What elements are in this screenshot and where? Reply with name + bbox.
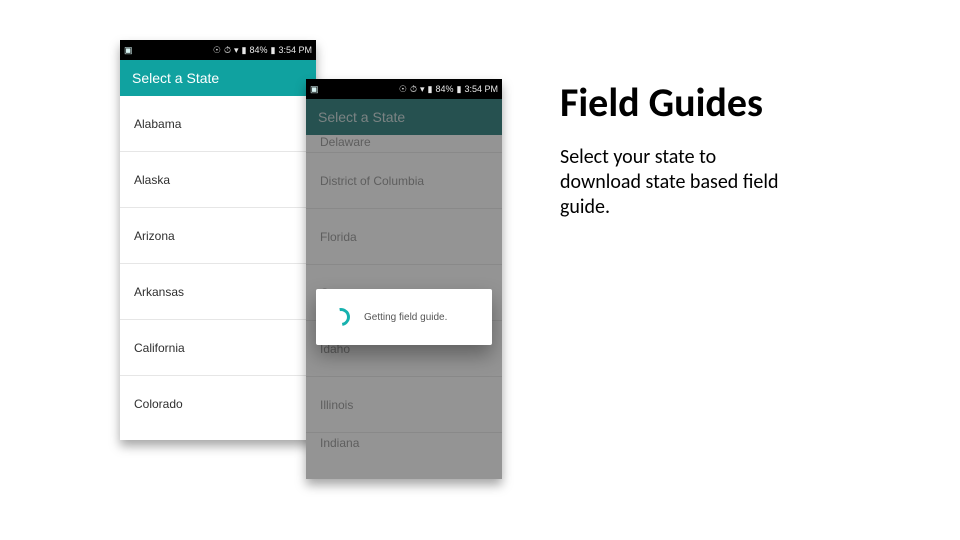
list-item: Indiana — [306, 433, 502, 453]
alarm-icon: ⏱ — [224, 46, 231, 55]
vibrate-icon: ☉ — [213, 46, 221, 55]
list-item[interactable]: Arkansas — [120, 264, 316, 320]
list-item-label: Alaska — [134, 173, 170, 187]
wifi-icon: ▾ — [234, 46, 239, 55]
spinner-icon — [328, 304, 353, 329]
battery-icon: ▮ — [457, 85, 462, 94]
status-bar: ▣ ☉ ⏱ ▾ ▮ 84% ▮ 3:54 PM — [120, 40, 316, 60]
loading-dialog-text: Getting field guide. — [364, 312, 447, 323]
signal-icon: ▮ — [428, 85, 433, 94]
app-bar: Select a State — [306, 99, 502, 135]
status-right: ☉ ⏱ ▾ ▮ 84% ▮ 3:54 PM — [399, 84, 498, 94]
list-item: Delaware — [306, 135, 502, 153]
list-item-label: District of Columbia — [320, 174, 424, 188]
list-item-label: Indiana — [320, 436, 359, 450]
status-left: ▣ — [310, 85, 319, 94]
clock-time: 3:54 PM — [278, 45, 312, 55]
list-item[interactable]: Alabama — [120, 96, 316, 152]
alarm-icon: ⏱ — [410, 85, 417, 94]
list-item[interactable]: Colorado — [120, 376, 316, 432]
list-item: Florida — [306, 209, 502, 265]
list-item[interactable]: Arizona — [120, 208, 316, 264]
list-item[interactable]: California — [120, 320, 316, 376]
phone-screenshot-1: ▣ ☉ ⏱ ▾ ▮ 84% ▮ 3:54 PM Select a State A… — [120, 40, 316, 440]
list-item-label: Illinois — [320, 398, 353, 412]
app-bar-title: Select a State — [318, 109, 405, 125]
list-item-label: Arkansas — [134, 285, 184, 299]
vibrate-icon: ☉ — [399, 85, 407, 94]
slide-body: Select your state to download state base… — [560, 145, 800, 220]
phone-screenshot-2: ▣ ☉ ⏱ ▾ ▮ 84% ▮ 3:54 PM Select a State D… — [306, 79, 502, 479]
slide-stage: ▣ ☉ ⏱ ▾ ▮ 84% ▮ 3:54 PM Select a State A… — [0, 0, 960, 540]
app-notification-icon: ▣ — [310, 85, 319, 94]
list-item-label: Colorado — [134, 397, 183, 411]
app-notification-icon: ▣ — [124, 46, 133, 55]
status-left: ▣ — [124, 46, 133, 55]
list-item-label: California — [134, 341, 185, 355]
list-item-label: Delaware — [320, 135, 371, 149]
wifi-icon: ▾ — [420, 85, 425, 94]
state-list[interactable]: Alabama Alaska Arizona Arkansas Californ… — [120, 96, 316, 440]
slide-copy: Field Guides Select your state to downlo… — [560, 78, 900, 220]
list-item-label: Alabama — [134, 117, 181, 131]
app-bar: Select a State — [120, 60, 316, 96]
status-bar: ▣ ☉ ⏱ ▾ ▮ 84% ▮ 3:54 PM — [306, 79, 502, 99]
loading-dialog: Getting field guide. — [316, 289, 492, 345]
app-bar-title: Select a State — [132, 70, 219, 86]
slide-title: Field Guides — [560, 78, 900, 127]
battery-pct: 84% — [436, 84, 454, 94]
signal-icon: ▮ — [242, 46, 247, 55]
status-right: ☉ ⏱ ▾ ▮ 84% ▮ 3:54 PM — [213, 45, 312, 55]
battery-icon: ▮ — [271, 46, 276, 55]
clock-time: 3:54 PM — [464, 84, 498, 94]
list-item: District of Columbia — [306, 153, 502, 209]
list-item-label: Florida — [320, 230, 357, 244]
battery-pct: 84% — [250, 45, 268, 55]
list-item-label: Arizona — [134, 229, 175, 243]
list-item: Illinois — [306, 377, 502, 433]
list-item[interactable]: Alaska — [120, 152, 316, 208]
